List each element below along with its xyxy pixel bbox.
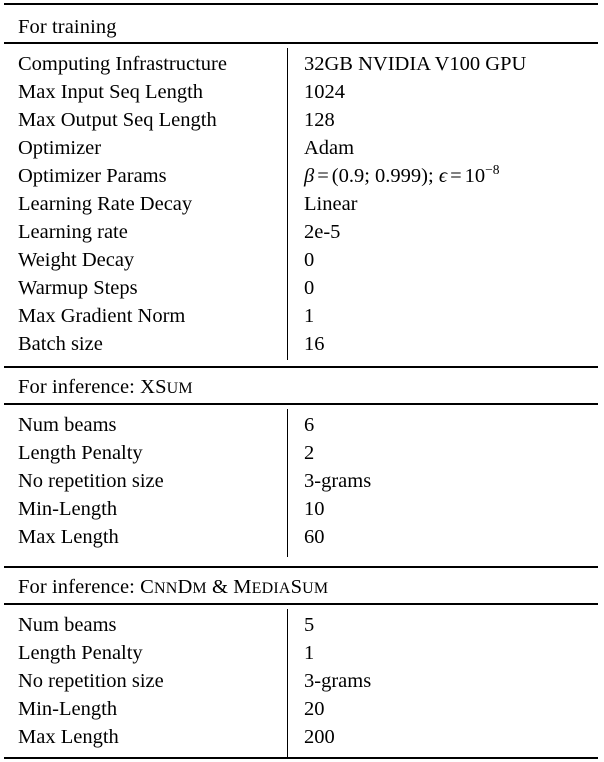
row-label: Warmup Steps (18, 277, 138, 299)
table-top-rule (4, 3, 598, 6)
epsilon-symbol: ϵ (438, 165, 448, 187)
row-label: Computing Infrastructure (18, 53, 227, 75)
row-label: Length Penalty (18, 442, 143, 464)
row-label: No repetition size (18, 670, 164, 692)
section-title-text: For inference: XS (18, 376, 167, 398)
table-row: Max Length 60 (0, 523, 604, 551)
row-label: Optimizer Params (18, 165, 167, 187)
table-row: No repetition size 3-grams (0, 667, 604, 695)
row-value: Linear (304, 193, 358, 215)
table-row: Max Output Seq Length 128 (0, 106, 604, 134)
section-rule-xsum-above (4, 366, 598, 369)
table-row-optimizer-params: Optimizer Params β = (0.9; 0.999); ϵ = 10−8 (0, 162, 604, 190)
row-label: Min-Length (18, 498, 118, 520)
section-title-text-2: D (177, 576, 193, 598)
row-value: 1 (304, 642, 315, 664)
table-row: Batch size 16 (0, 330, 604, 358)
row-label: Weight Decay (18, 249, 135, 271)
row-value: 3-grams (304, 670, 372, 692)
row-label: Max Length (18, 526, 119, 548)
row-value: 3-grams (304, 470, 372, 492)
section-title-text: For training (18, 16, 117, 38)
equals-sign-2: = (450, 165, 462, 187)
section-title-smallcaps-4: UM (302, 580, 329, 597)
row-label: Max Input Seq Length (18, 81, 204, 103)
section-rule-training-top (4, 42, 598, 45)
row-label: Max Output Seq Length (18, 109, 217, 131)
row-value-math: β = (0.9; 0.999); ϵ = 10−8 (304, 162, 500, 190)
epsilon-exponent: −8 (485, 162, 500, 178)
table-row: Num beams 6 (0, 411, 604, 439)
table-row: Num beams 5 (0, 611, 604, 639)
epsilon-base: 10 (464, 165, 486, 187)
equals-sign: = (317, 165, 329, 187)
table-row: Length Penalty 1 (0, 639, 604, 667)
table-row: Learning rate 2e-5 (0, 218, 604, 246)
row-label: Batch size (18, 333, 103, 355)
row-value: 2 (304, 442, 315, 464)
row-label: Max Length (18, 726, 119, 748)
section-title-text-3: & M (206, 576, 252, 598)
row-value: 1 (304, 305, 315, 327)
row-label: No repetition size (18, 470, 164, 492)
table-row: Max Gradient Norm 1 (0, 302, 604, 330)
section-title-smallcaps-3: EDIA (251, 580, 291, 597)
row-label: Min-Length (18, 698, 118, 720)
row-label: Num beams (18, 614, 117, 636)
section-title-text-4: S (290, 576, 303, 598)
section-title-for-inference-xsum: For inference: XSUM (18, 374, 193, 402)
row-value: 60 (304, 526, 325, 548)
row-value: 6 (304, 414, 315, 436)
row-value: Adam (304, 137, 355, 159)
section-rule-cnndm-above (4, 566, 598, 569)
section-rule-cnndm-below (4, 603, 598, 606)
section-rows-xsum: Num beams 6 Length Penalty 2 No repetiti… (0, 411, 604, 551)
row-label: Optimizer (18, 137, 102, 159)
row-label: Learning rate (18, 221, 128, 243)
row-value: 1024 (304, 81, 345, 103)
row-label: Length Penalty (18, 642, 143, 664)
row-value: 2e-5 (304, 221, 341, 243)
table-bottom-rule (4, 757, 598, 760)
beta-symbol: β (304, 165, 315, 187)
row-label: Learning Rate Decay (18, 193, 193, 215)
row-value: 10 (304, 498, 325, 520)
section-title-text: For inference: C (18, 576, 154, 598)
table-row: Length Penalty 2 (0, 439, 604, 467)
table-row: Learning Rate Decay Linear (0, 190, 604, 218)
row-value: 5 (304, 614, 315, 636)
table-row: No repetition size 3-grams (0, 467, 604, 495)
row-label: Num beams (18, 414, 117, 436)
hyperparameter-table: For training Computing Infrastructure 32… (0, 0, 604, 762)
row-value: 0 (304, 277, 315, 299)
row-value: 32GB NVIDIA V100 GPU (304, 53, 527, 75)
beta-values: (0.9; 0.999); (331, 165, 434, 187)
row-value: 20 (304, 698, 325, 720)
table-row: Min-Length 10 (0, 495, 604, 523)
table-row: Max Length 200 (0, 723, 604, 751)
section-title-for-inference-cnndm-mediasum: For inference: CNNDM & MEDIASUM (18, 574, 328, 602)
row-label: Max Gradient Norm (18, 305, 186, 327)
section-rows-training: Computing Infrastructure 32GB NVIDIA V10… (0, 50, 604, 358)
row-value: 128 (304, 109, 335, 131)
table-row: Max Input Seq Length 1024 (0, 78, 604, 106)
table-row: Min-Length 20 (0, 695, 604, 723)
section-rule-xsum-below (4, 403, 598, 406)
section-title-smallcaps: UM (166, 380, 193, 397)
table-row: Computing Infrastructure 32GB NVIDIA V10… (0, 50, 604, 78)
section-rows-cnndm-mediasum: Num beams 5 Length Penalty 1 No repetiti… (0, 611, 604, 751)
table-row: Warmup Steps 0 (0, 274, 604, 302)
row-value: 16 (304, 333, 325, 355)
row-value: 200 (304, 726, 335, 748)
table-row: Optimizer Adam (0, 134, 604, 162)
section-title-smallcaps-2: M (192, 580, 207, 597)
row-value: 0 (304, 249, 315, 271)
section-title-smallcaps-1: NN (153, 580, 178, 597)
section-title-for-training: For training (18, 14, 117, 40)
table-row: Weight Decay 0 (0, 246, 604, 274)
